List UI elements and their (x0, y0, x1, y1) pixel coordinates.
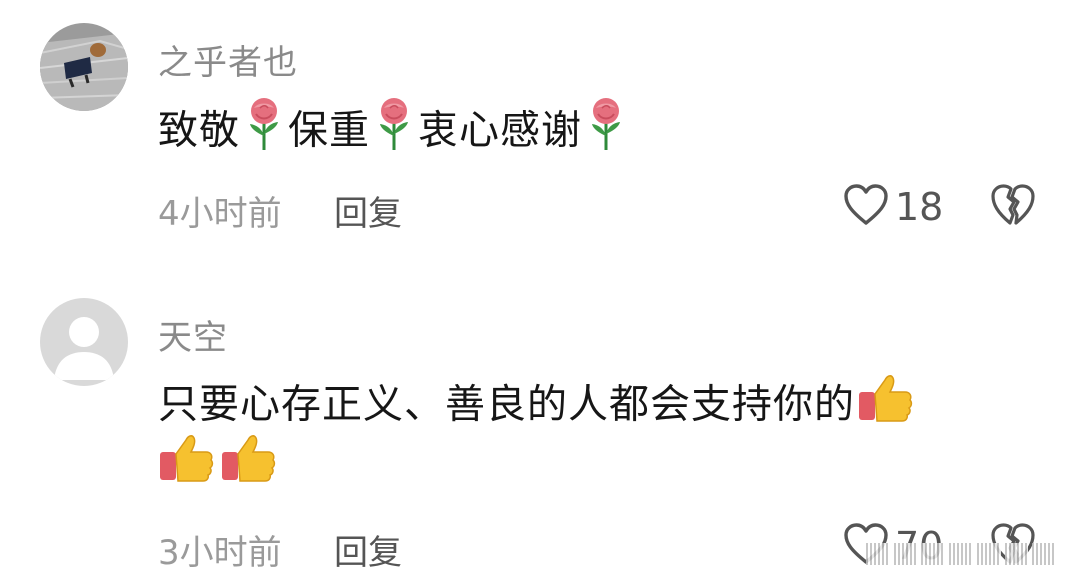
avatar[interactable] (40, 298, 128, 386)
thumbs-up-emoji (857, 370, 915, 443)
text-line: 只要心存正义、善良的人都会支持你的 (158, 381, 855, 428)
timestamp: 3小时前 (158, 533, 282, 573)
thumbs-up-emoji (158, 430, 216, 503)
thumbs-up-emoji (220, 430, 278, 503)
comment-text-line2 (158, 430, 280, 503)
comment-item: 天空 只要心存正义、善良的人都会支持你的 3小时前 回复 70 (0, 0, 1080, 585)
username[interactable]: 天空 (158, 310, 228, 359)
watermark (866, 543, 1057, 565)
reply-button[interactable]: 回复 (334, 525, 402, 574)
